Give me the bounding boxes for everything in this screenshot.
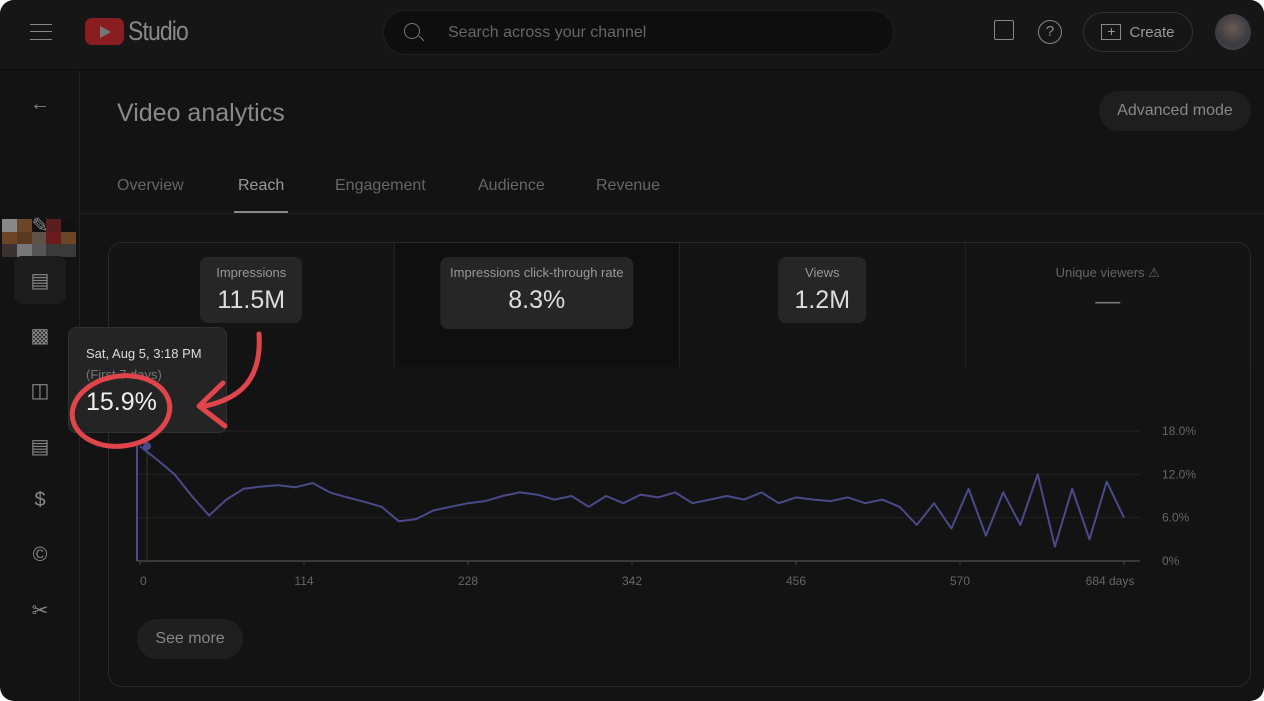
tab-overview[interactable]: Overview: [117, 177, 184, 195]
menu-icon[interactable]: [30, 24, 52, 40]
tab-audience[interactable]: Audience: [478, 177, 545, 195]
reach-panel: Impressions 11.5M Impressions click-throu…: [108, 242, 1251, 687]
youtube-logo-icon: [85, 18, 124, 45]
edit-icon[interactable]: ✎: [14, 201, 66, 249]
search-icon: [404, 23, 420, 39]
studio-window: Studio Search across your channel ? + Cre…: [0, 0, 1264, 701]
tab-revenue[interactable]: Revenue: [596, 177, 660, 195]
comments-icon[interactable]: ◫: [14, 366, 66, 414]
analytics-tabs: Overview Reach Engagement Audience Reven…: [80, 164, 1264, 214]
studio-logo[interactable]: Studio: [85, 16, 199, 47]
metric-ctr[interactable]: Impressions click-through rate 8.3%: [394, 243, 680, 367]
avatar[interactable]: [1215, 14, 1251, 50]
subtitles-icon[interactable]: ▤: [14, 422, 66, 470]
advanced-mode-button[interactable]: Advanced mode: [1099, 91, 1251, 131]
search-input[interactable]: Search across your channel: [383, 10, 894, 55]
page-title: Video analytics: [117, 99, 285, 127]
feedback-icon[interactable]: [994, 20, 1014, 40]
editor-icon[interactable]: ▩: [14, 311, 66, 359]
tab-reach[interactable]: Reach: [233, 177, 289, 213]
create-video-icon: +: [1101, 24, 1122, 40]
top-bar: Studio Search across your channel ? + Cre…: [0, 0, 1264, 70]
analytics-icon[interactable]: ▤: [14, 256, 66, 304]
help-icon[interactable]: ?: [1038, 20, 1062, 44]
chart-tooltip: Sat, Aug 5, 3:18 PM (First 7 days) 15.9%: [68, 327, 227, 433]
back-icon[interactable]: ←: [14, 80, 66, 128]
copyright-icon[interactable]: ©: [14, 531, 66, 579]
metric-views[interactable]: Views 1.2M: [680, 243, 966, 367]
monetization-icon[interactable]: $: [14, 476, 66, 524]
see-more-button[interactable]: See more: [137, 619, 243, 659]
clips-icon[interactable]: ✂: [14, 586, 66, 634]
tab-engagement[interactable]: Engagement: [335, 177, 426, 195]
metric-unique-viewers[interactable]: Unique viewers ⚠ —: [965, 243, 1250, 367]
create-button[interactable]: + Create: [1083, 12, 1193, 52]
warning-icon: ⚠: [1148, 265, 1160, 280]
